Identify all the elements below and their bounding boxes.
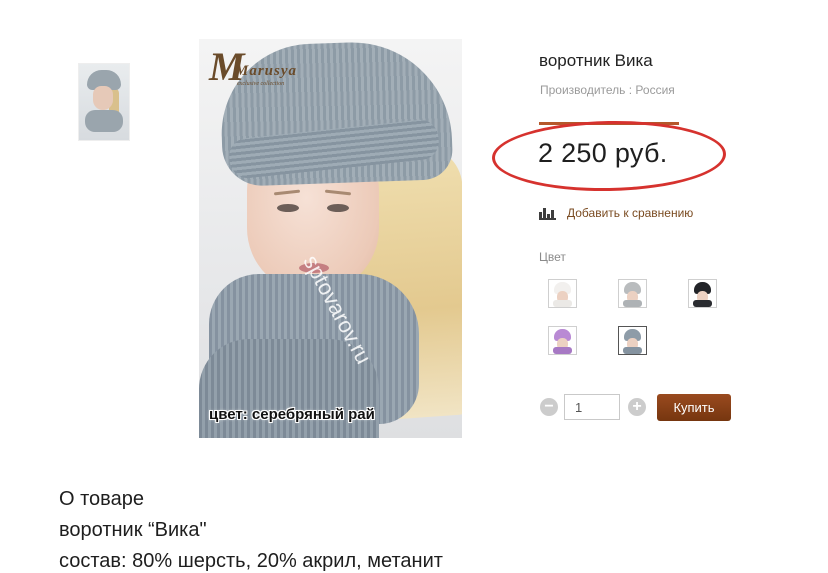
model-eye — [327, 204, 349, 212]
quantity-decrease-button[interactable]: − — [540, 398, 558, 416]
quantity-input[interactable] — [564, 394, 620, 420]
description-line: воротник “Вика" — [59, 519, 207, 541]
product-main-image[interactable]: M Marusya exclusive collection sptovarov… — [199, 39, 462, 438]
color-swatch-black[interactable] — [688, 279, 717, 308]
image-caption: цвет: серебряный рай — [209, 406, 375, 423]
color-swatch-lilac[interactable] — [548, 326, 577, 355]
brand-logo: M Marusya exclusive collection — [207, 44, 303, 95]
color-swatch-white[interactable] — [548, 279, 577, 308]
color-swatch-grey[interactable] — [618, 279, 647, 308]
brand-logo-sub: exclusive collection — [237, 81, 285, 87]
quantity-increase-button[interactable]: + — [628, 398, 646, 416]
thumb-scarf — [85, 110, 123, 132]
thumb-face — [93, 86, 113, 110]
compare-chart-icon — [539, 206, 556, 220]
add-to-compare-link[interactable]: Добавить к сравнению — [539, 205, 693, 221]
model-eye — [277, 204, 299, 212]
swatch-scarf — [623, 300, 642, 307]
color-label: Цвет — [539, 250, 566, 264]
color-swatch-silver[interactable] — [618, 326, 647, 355]
manufacturer: Производитель : Россия — [540, 83, 675, 97]
buy-button[interactable]: Купить — [657, 394, 731, 421]
swatch-scarf — [553, 347, 572, 354]
product-thumbnail[interactable] — [78, 63, 130, 141]
product-title: воротник Вика — [539, 51, 653, 70]
brand-logo-name: Marusya — [235, 63, 298, 79]
price-highlight-oval — [491, 118, 727, 194]
compare-label: Добавить к сравнению — [567, 206, 694, 220]
description-heading: О товаре — [59, 488, 144, 510]
swatch-scarf — [553, 300, 572, 307]
swatch-scarf — [623, 347, 642, 354]
swatch-scarf — [693, 300, 712, 307]
